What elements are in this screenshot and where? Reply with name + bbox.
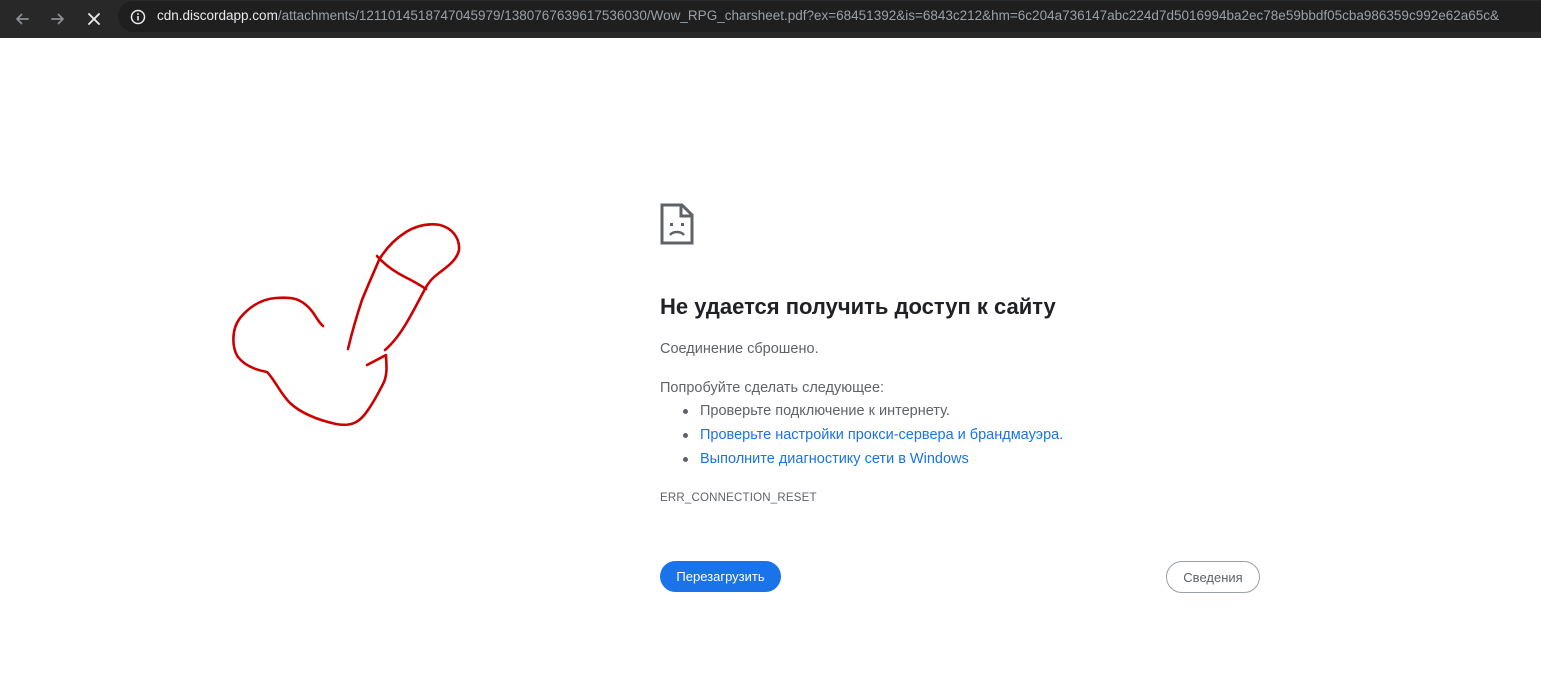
sad-document-icon xyxy=(660,203,694,250)
site-info-button[interactable] xyxy=(127,6,149,28)
url-host: cdn.discordapp.com xyxy=(157,8,278,23)
back-button[interactable] xyxy=(7,4,37,34)
red-checkmark-scribble xyxy=(232,223,461,427)
suggestion-run-windows-diagnostics-link[interactable]: Выполните диагностику сети в Windows xyxy=(660,451,1063,475)
forward-button[interactable] xyxy=(43,4,73,34)
suggestion-check-proxy-firewall-link[interactable]: Проверьте настройки прокси-сервера и бра… xyxy=(660,427,1063,451)
suggestion-list: Проверьте подключение к интернету. Прове… xyxy=(660,403,1063,475)
forward-arrow-icon xyxy=(51,13,64,25)
stop-loading-button[interactable] xyxy=(79,4,109,34)
stop-loading-icon xyxy=(88,13,100,25)
info-icon xyxy=(130,9,146,25)
address-bar[interactable]: cdn.discordapp.com/attachments/121101451… xyxy=(118,1,1541,32)
url-path: /attachments/1211014518747045979/1380767… xyxy=(277,8,1500,23)
error-code: ERR_CONNECTION_RESET xyxy=(660,492,817,504)
try-heading: Попробуйте сделать следующее: xyxy=(660,380,885,396)
suggestion-check-connection: Проверьте подключение к интернету. xyxy=(660,403,1063,427)
reload-button[interactable]: Перезагрузить xyxy=(660,561,781,592)
error-title: Не удается получить доступ к сайту xyxy=(660,294,1056,319)
details-button[interactable]: Сведения xyxy=(1166,561,1260,593)
browser-toolbar: cdn.discordapp.com/attachments/121101451… xyxy=(0,0,1541,38)
url-text[interactable]: cdn.discordapp.com/attachments/121101451… xyxy=(157,8,1499,23)
error-message: Соединение сброшено. xyxy=(660,341,819,357)
back-arrow-icon xyxy=(16,13,29,25)
